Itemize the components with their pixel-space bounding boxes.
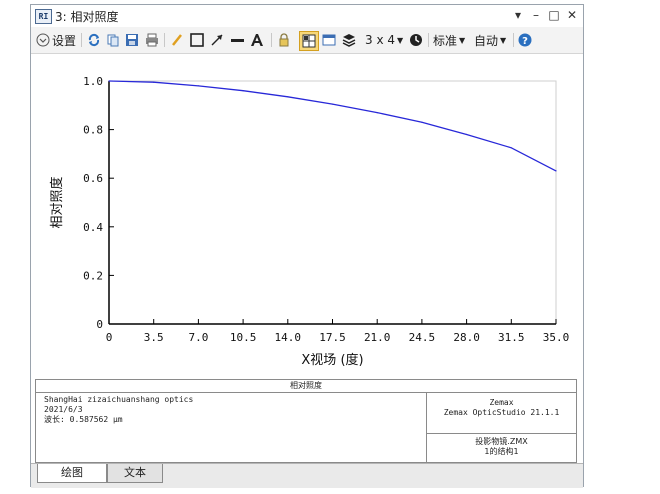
info-date: 2021/6/3 bbox=[44, 405, 83, 414]
info-company: ShangHai zizaichuanshang optics bbox=[44, 395, 194, 404]
relative-illumination-chart: 0 3.5 7.0 10.5 14.0 17.5 21.0 24.5 28.0 31.5 35.0 0… bbox=[49, 75, 570, 368]
toolbar-separator bbox=[164, 33, 165, 47]
pencil-icon[interactable] bbox=[169, 31, 185, 49]
tab-graph[interactable]: 绘图 bbox=[37, 464, 107, 483]
data-point bbox=[421, 121, 423, 123]
x-tick-label: 31.5 bbox=[498, 331, 525, 344]
toolbar-separator bbox=[428, 33, 429, 47]
x-tick-label: 14.0 bbox=[275, 331, 302, 344]
data-point bbox=[555, 170, 557, 172]
toolbar-separator bbox=[271, 33, 272, 47]
x-tick-label: 35.0 bbox=[543, 331, 570, 344]
chevron-down-icon: ▼ bbox=[500, 35, 507, 45]
window-icon[interactable] bbox=[321, 31, 337, 49]
x-tick-label: 24.5 bbox=[409, 331, 436, 344]
settings-button[interactable]: 设置 bbox=[52, 31, 76, 49]
title-bar[interactable]: RI 3: 相对照度 ▾ – □ ✕ bbox=[31, 5, 583, 27]
info-version: Zemax OpticStudio 21.1.1 bbox=[443, 408, 560, 417]
toolbar: 设置 3 x 4 ▼ 标准 ▼ 自动 ▼ ? bbox=[31, 27, 583, 54]
data-point bbox=[376, 111, 378, 114]
layout-icon[interactable] bbox=[299, 31, 319, 51]
info-file: 投影物镜.ZMX 1的结构1 bbox=[426, 434, 576, 462]
data-point bbox=[287, 96, 289, 98]
analysis-window: RI 3: 相对照度 ▾ – □ ✕ 设置 3 x 4 ▼ 标准 ▼ 自动 ▼ … bbox=[30, 4, 584, 488]
toolbar-separator bbox=[81, 33, 82, 47]
standard-label: 标准 bbox=[433, 33, 458, 48]
x-tick-label: 17.5 bbox=[319, 331, 346, 344]
minimize-button[interactable]: – bbox=[527, 7, 545, 23]
chevron-down-icon: ▼ bbox=[459, 35, 466, 45]
auto-dropdown[interactable]: 自动 ▼ bbox=[474, 31, 506, 49]
x-tick-label: 10.5 bbox=[230, 331, 257, 344]
data-point bbox=[197, 85, 199, 87]
data-point bbox=[331, 103, 334, 105]
window-title: 3: 相对照度 bbox=[55, 10, 119, 24]
x-axis-label: X视场 (度) bbox=[301, 352, 363, 368]
data-point bbox=[108, 80, 110, 82]
x-tick-label: 28.0 bbox=[453, 331, 480, 344]
copy-icon[interactable] bbox=[105, 31, 121, 49]
y-tick-label: 0.8 bbox=[83, 124, 103, 137]
layers-icon[interactable] bbox=[341, 31, 357, 49]
info-wavelength: 波长: 0.587562 µm bbox=[44, 415, 123, 424]
tab-text[interactable]: 文本 bbox=[107, 464, 163, 483]
info-left: ShangHai zizaichuanshang optics 2021/6/3… bbox=[44, 395, 193, 425]
refresh-icon[interactable] bbox=[86, 31, 102, 49]
standard-dropdown[interactable]: 标准 ▼ bbox=[433, 31, 465, 49]
grid-size-dropdown[interactable]: 3 x 4 ▼ bbox=[365, 31, 403, 49]
lock-icon[interactable] bbox=[276, 31, 292, 49]
info-vendor: Zemax bbox=[489, 398, 514, 407]
data-point bbox=[242, 90, 244, 92]
info-software: Zemax Zemax OpticStudio 21.1.1 bbox=[426, 392, 576, 434]
plot-frame bbox=[108, 80, 557, 325]
chevron-down-circle-icon[interactable] bbox=[36, 31, 50, 49]
data-point bbox=[153, 81, 155, 83]
info-box: 相对照度 ShangHai zizaichuanshang optics 202… bbox=[35, 379, 577, 463]
chevron-down-icon: ▼ bbox=[397, 35, 404, 45]
x-tick-label: 7.0 bbox=[188, 331, 208, 344]
info-config: 1的结构1 bbox=[484, 447, 519, 456]
x-tick-label: 3.5 bbox=[144, 331, 164, 344]
y-tick-label: 0 bbox=[96, 318, 103, 331]
data-point bbox=[466, 133, 468, 136]
x-tick-label: 21.0 bbox=[364, 331, 391, 344]
save-icon[interactable] bbox=[124, 31, 140, 49]
auto-label: 自动 bbox=[474, 33, 499, 48]
app-icon: RI bbox=[35, 9, 52, 24]
rectangle-icon[interactable] bbox=[189, 31, 205, 49]
y-tick-label: 0.4 bbox=[83, 221, 103, 234]
y-tick-label: 0.6 bbox=[83, 172, 103, 185]
toolbar-separator bbox=[513, 33, 514, 47]
arrow-icon[interactable] bbox=[209, 31, 225, 49]
data-point bbox=[510, 147, 512, 149]
y-axis-label: 相对照度 bbox=[49, 176, 65, 228]
close-button[interactable]: ✕ bbox=[563, 7, 581, 23]
series-line bbox=[108, 80, 557, 172]
y-tick-label: 0.2 bbox=[83, 269, 103, 282]
print-icon[interactable] bbox=[144, 31, 160, 49]
text-icon[interactable] bbox=[249, 31, 265, 49]
y-tick-label: 1.0 bbox=[83, 75, 103, 88]
line-icon[interactable] bbox=[229, 31, 245, 49]
grid-size-label: 3 x 4 bbox=[365, 33, 395, 47]
tab-bar: 绘图 文本 bbox=[31, 463, 583, 488]
maximize-button[interactable]: □ bbox=[545, 7, 563, 23]
window-menu-dropdown[interactable]: ▾ bbox=[509, 7, 527, 23]
clock-icon[interactable] bbox=[408, 31, 424, 49]
plot-area: 0 3.5 7.0 10.5 14.0 17.5 21.0 24.5 28.0 31.5 35.0 0… bbox=[31, 54, 583, 381]
svg-text:?: ? bbox=[522, 36, 528, 47]
info-filename: 投影物镜.ZMX bbox=[475, 437, 528, 446]
help-icon[interactable]: ? bbox=[517, 31, 533, 49]
x-tick-label: 0 bbox=[106, 331, 113, 344]
